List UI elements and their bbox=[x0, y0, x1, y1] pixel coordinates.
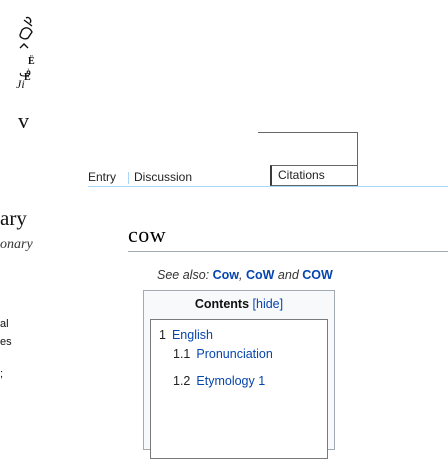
hatnote-prefix: See also: bbox=[157, 268, 210, 282]
table-of-contents: Contents [hide] 1 English 1.1 Pronunciatio… bbox=[143, 290, 335, 459]
toc-list: 1 English 1.1 Pronunciation 1.2 Etymology 1 bbox=[150, 319, 328, 459]
tab-entry[interactable]: Entry bbox=[88, 168, 117, 187]
toc-heading: Contents [hide] bbox=[144, 297, 334, 311]
site-tagline: onary bbox=[0, 237, 33, 252]
svg-text:E: E bbox=[24, 72, 31, 83]
tab-divider bbox=[128, 172, 129, 184]
svg-text:v: v bbox=[18, 108, 29, 133]
see-also-link-cow-camel[interactable]: CoW bbox=[246, 268, 274, 282]
toc-title: Contents bbox=[194, 297, 250, 311]
toc-item-label: Etymology 1 bbox=[196, 374, 266, 388]
see-also-link-cow-upper[interactable]: COW bbox=[302, 268, 333, 282]
site-logo[interactable]: ف E Ë Ji v bbox=[0, 0, 36, 200]
tab-citations[interactable]: Citations bbox=[270, 165, 358, 186]
title-divider bbox=[128, 251, 448, 252]
toc-item-number: 1 bbox=[159, 328, 166, 342]
sidebar-link-fragment[interactable]: al bbox=[0, 318, 9, 330]
toc-item[interactable]: 1.1 Pronunciation bbox=[173, 347, 273, 361]
page-title: cow bbox=[128, 222, 167, 247]
svg-text:Ji: Ji bbox=[16, 77, 25, 91]
sidebar-link-fragment[interactable]: es bbox=[0, 336, 12, 348]
toc-hide-link[interactable]: [hide] bbox=[253, 297, 284, 311]
logo-glyphs-icon: ف E Ë Ji v bbox=[16, 16, 35, 133]
hatnote-conjunction: and bbox=[277, 268, 299, 282]
svg-text:Ë: Ë bbox=[28, 54, 35, 67]
see-also-hatnote: See also: Cow, CoW and COW bbox=[157, 268, 333, 282]
toc-item-number: 1.1 bbox=[173, 347, 191, 361]
site-wordmark[interactable]: ary bbox=[0, 206, 27, 231]
see-also-link-cow[interactable]: Cow bbox=[213, 268, 239, 282]
tab-discussion[interactable]: Discussion bbox=[134, 168, 192, 186]
toc-item-label: Pronunciation bbox=[196, 347, 273, 361]
sidebar-link-fragment[interactable]: ; bbox=[0, 368, 3, 380]
tab-highlight-frame bbox=[258, 132, 358, 166]
header-divider bbox=[88, 186, 448, 187]
toc-item-number: 1.2 bbox=[173, 374, 191, 388]
toc-item[interactable]: 1.2 Etymology 1 bbox=[173, 374, 265, 388]
toc-item[interactable]: 1 English bbox=[159, 328, 213, 342]
toc-item-label: English bbox=[171, 328, 213, 342]
